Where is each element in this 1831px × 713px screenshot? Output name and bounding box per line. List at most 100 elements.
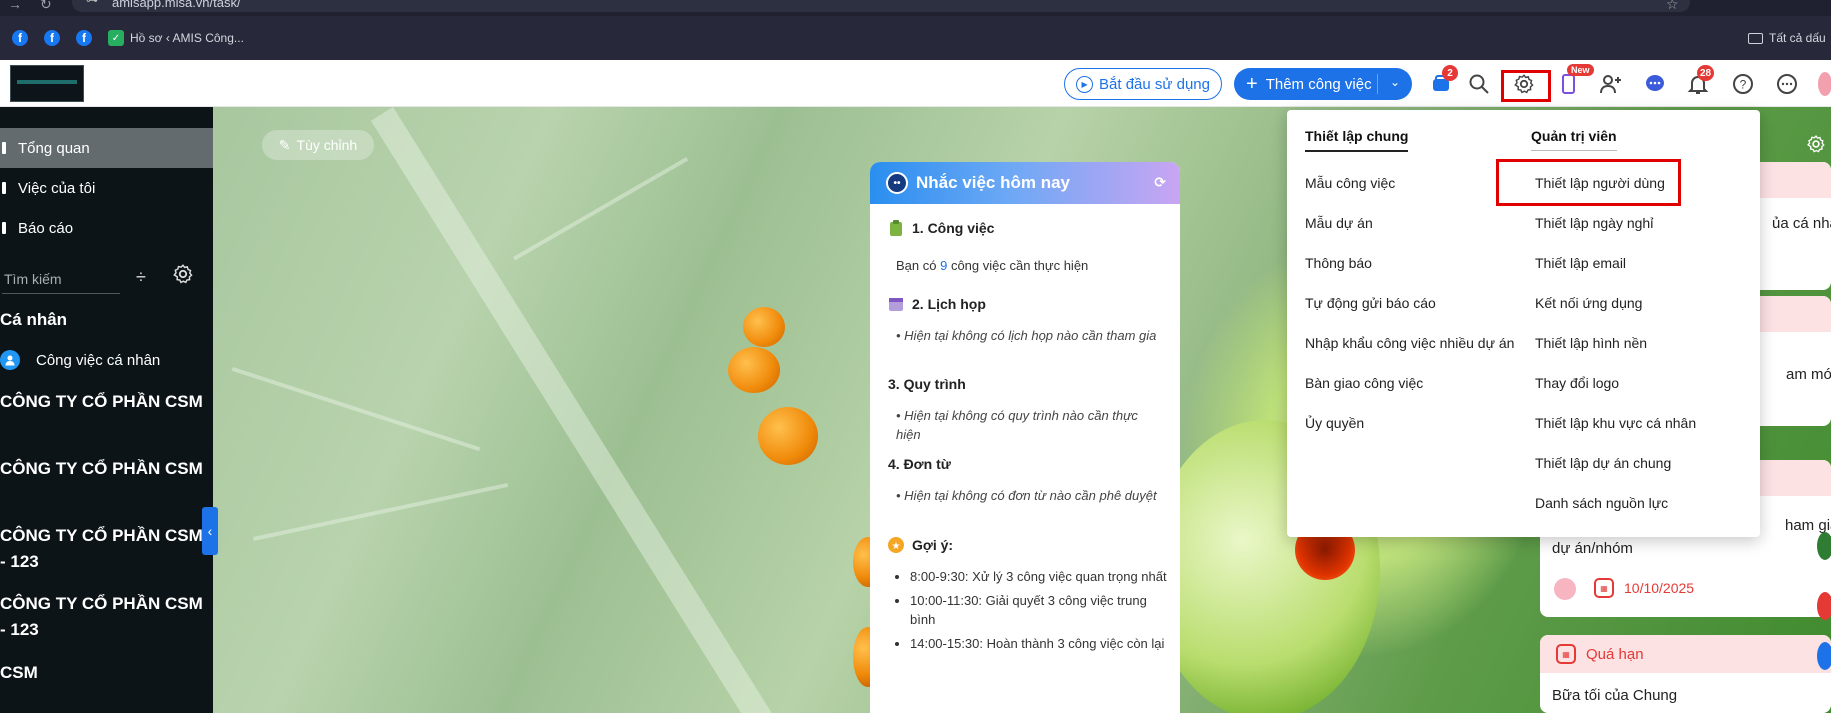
chat-icon: [1646, 75, 1664, 91]
general-settings-header: Thiết lập chung: [1305, 128, 1409, 152]
settings-highlight-box: [1501, 70, 1551, 102]
bookmarks-bar: f f f ✓ Hồ sơ ‹ AMIS Công... Tất cả dấu: [0, 16, 1831, 60]
reminder-section-process: 3. Quy trình: [888, 376, 966, 392]
phone-icon: [1562, 74, 1575, 94]
bookmark-facebook-2[interactable]: f: [44, 29, 60, 47]
task-card-text: ủa cá nhân: [1772, 215, 1831, 232]
calendar-icon: ▦: [1594, 578, 1614, 598]
address-bar[interactable]: ⊶ amisapp.misa.vn/task/: [72, 0, 1690, 12]
sidebar-item-personal-tasks[interactable]: Công việc cá nhân: [0, 348, 160, 372]
mobile-app-button[interactable]: New: [1555, 64, 1594, 97]
facebook-icon: f: [76, 30, 92, 46]
reminder-process-text: • Hiện tại không có quy trình nào cần th…: [896, 408, 1138, 442]
sidebar-collapse-button[interactable]: ‹: [202, 507, 218, 555]
customize-button[interactable]: ✎ Tùy chỉnh: [262, 130, 374, 160]
reminder-section-tasks: 1. Công việc: [888, 220, 994, 236]
chevron-left-icon: ‹: [207, 523, 213, 539]
more-button[interactable]: [1774, 71, 1800, 97]
menu-item-handover[interactable]: Bàn giao công việc: [1305, 375, 1423, 391]
menu-item-email-settings[interactable]: Thiết lập email: [1535, 255, 1626, 271]
sidebar-item-my-tasks[interactable]: Việc của tôi: [0, 168, 213, 208]
card-settings-icon[interactable]: [1806, 134, 1826, 159]
sidebar-item-reports[interactable]: Báo cáo: [0, 208, 213, 248]
sidebar: Tổng quan Việc của tôi Báo cáo Tìm kiếm …: [0, 107, 213, 713]
menu-item-change-logo[interactable]: Thay đổi logo: [1535, 375, 1619, 391]
user-avatar[interactable]: [1818, 71, 1831, 97]
reminder-header: •• Nhắc việc hôm nay ⟳: [870, 162, 1180, 204]
sidebar-item-overview[interactable]: Tổng quan: [0, 128, 213, 168]
sidebar-group[interactable]: CÔNG TY CỔ PHẦN CSM: [0, 456, 210, 482]
forward-icon[interactable]: →: [8, 0, 22, 12]
facebook-icon: f: [44, 30, 60, 46]
menu-item-notifications[interactable]: Thông báo: [1305, 255, 1372, 271]
chat-button[interactable]: [1642, 71, 1668, 97]
robot-icon: ••: [886, 172, 908, 194]
more-icon: [1777, 74, 1797, 94]
menu-item-resource-list[interactable]: Danh sách nguồn lực: [1535, 495, 1668, 511]
plus-icon: +: [1246, 73, 1258, 95]
all-bookmarks[interactable]: Tất cả dấu: [1748, 29, 1826, 47]
reminder-requests-text: • Hiện tại không có đơn từ nào cần phê d…: [896, 488, 1157, 503]
cart-button[interactable]: 2: [1428, 65, 1458, 97]
menu-item-personal-area[interactable]: Thiết lập khu vực cá nhân: [1535, 415, 1696, 431]
help-button[interactable]: ?: [1730, 71, 1756, 97]
menu-item-project-template[interactable]: Mẫu dự án: [1305, 215, 1373, 231]
menu-item-import-tasks[interactable]: Nhập khẩu công việc nhiều dự án: [1305, 335, 1514, 351]
reminder-meetings-text: • Hiện tại không có lịch họp nào cần tha…: [896, 328, 1157, 343]
reminder-section-meetings: 2. Lịch họp: [888, 296, 986, 312]
notification-button[interactable]: 28: [1685, 65, 1715, 97]
folder-icon: [1748, 32, 1763, 44]
new-badge: New: [1567, 64, 1594, 76]
svg-text:★: ★: [892, 541, 901, 552]
menu-item-holiday-settings[interactable]: Thiết lập ngày nghỉ: [1535, 215, 1653, 231]
search-button[interactable]: [1466, 71, 1492, 97]
list-item: 10:00-11:30: Giải quyết 3 công việc trun…: [910, 591, 1168, 629]
sidebar-search[interactable]: Tìm kiếm ÷: [0, 263, 213, 294]
bookmark-star-icon[interactable]: ☆: [1666, 0, 1679, 13]
user-settings-highlight-box: [1496, 159, 1681, 206]
bookmark-amis[interactable]: ✓ Hồ sơ ‹ AMIS Công...: [108, 29, 244, 47]
filter-icon[interactable]: ÷: [136, 267, 146, 288]
star-icon: ★: [888, 537, 904, 553]
bookmark-facebook-1[interactable]: f: [12, 29, 28, 47]
company-logo[interactable]: [10, 65, 84, 102]
sidebar-group[interactable]: CSM: [0, 660, 210, 686]
section-personal: Cá nhân: [0, 310, 68, 329]
reminder-section-requests: 4. Đơn từ: [888, 456, 951, 472]
help-icon: ?: [1733, 74, 1753, 94]
menu-item-background-settings[interactable]: Thiết lập hình nền: [1535, 335, 1647, 351]
avatar: [1818, 72, 1831, 96]
reload-icon[interactable]: ↻: [40, 0, 52, 13]
avatar: [1554, 578, 1576, 600]
sidebar-group[interactable]: CÔNG TY CỔ PHẦN CSM: [0, 389, 210, 415]
admin-settings-header: Quản trị viên: [1531, 128, 1617, 151]
start-using-button[interactable]: ▶ Bắt đầu sử dụng: [1064, 68, 1222, 100]
search-input[interactable]: Tìm kiếm: [4, 271, 62, 287]
play-icon: ▶: [1076, 75, 1094, 93]
menu-item-app-integration[interactable]: Kết nối ứng dụng: [1535, 295, 1642, 311]
chevron-down-icon[interactable]: ⌄: [1390, 75, 1400, 89]
site-info-icon[interactable]: ⊶: [86, 0, 98, 6]
search-icon: [1469, 74, 1489, 94]
overdue-task[interactable]: Bữa tối của Chung: [1552, 687, 1677, 704]
url-text: amisapp.misa.vn/task/: [112, 0, 241, 10]
menu-item-shared-project[interactable]: Thiết lập dự án chung: [1535, 455, 1671, 471]
menu-item-task-template[interactable]: Mẫu công việc: [1305, 175, 1395, 191]
sidebar-group[interactable]: CÔNG TY CỔ PHẦN CSM - 123: [0, 591, 210, 643]
misa-icon: ✓: [108, 30, 124, 46]
sidebar-group[interactable]: CÔNG TY CỔ PHẦN CSM - 123: [0, 523, 210, 575]
calendar-icon: ▦: [1556, 644, 1576, 664]
bookmark-facebook-3[interactable]: f: [76, 29, 92, 47]
task-card-text: am mới: [1786, 366, 1831, 383]
refresh-icon[interactable]: ⟳: [1154, 174, 1166, 191]
list-item: 14:00-15:30: Hoàn thành 3 công việc còn …: [910, 634, 1168, 653]
gear-icon[interactable]: [172, 263, 194, 290]
add-user-button[interactable]: [1598, 71, 1624, 97]
menu-item-auto-report[interactable]: Tự động gửi báo cáo: [1305, 295, 1436, 311]
clipboard-icon: [888, 220, 904, 236]
add-task-button[interactable]: + Thêm công việc ⌄: [1234, 68, 1412, 100]
task-card-text: dự án/nhóm: [1552, 540, 1633, 557]
menu-item-delegation[interactable]: Ủy quyền: [1305, 415, 1364, 431]
reminder-tips-title: ★ Gợi ý:: [888, 537, 953, 553]
overdue-card[interactable]: ▦ Quá hạn Bữa tối của Chung: [1540, 635, 1831, 713]
